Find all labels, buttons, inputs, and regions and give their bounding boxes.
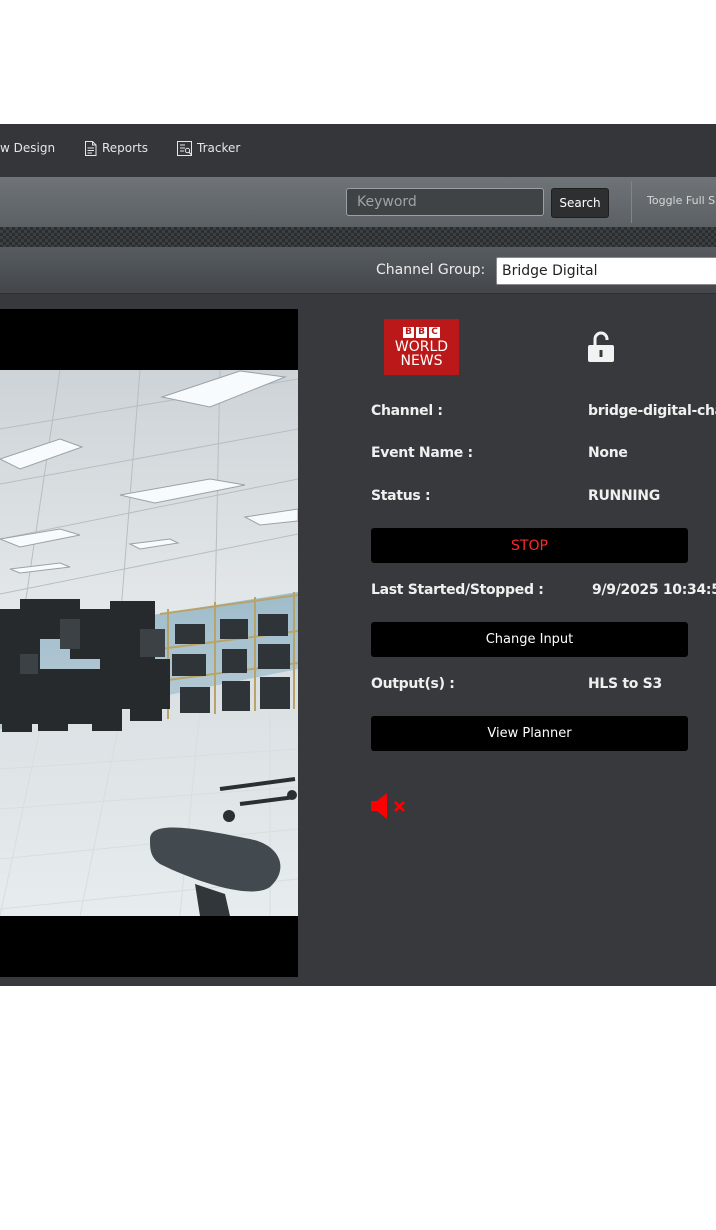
- search-button[interactable]: Search: [551, 188, 609, 218]
- divider: [631, 181, 632, 223]
- channel-group-select[interactable]: Bridge Digital: [496, 257, 716, 285]
- last-started-value: 9/9/2025 10:34:50 P: [592, 582, 716, 598]
- unlock-icon[interactable]: [586, 330, 616, 362]
- nav-item-label: Reports: [102, 141, 149, 155]
- change-input-button[interactable]: Change Input: [371, 622, 688, 657]
- channel-logo: B B C WORLD NEWS: [384, 319, 459, 375]
- last-started-label: Last Started/Stopped :: [371, 582, 544, 598]
- video-frame: [0, 309, 298, 977]
- event-name-value: None: [588, 445, 628, 461]
- tracker-icon: [177, 140, 192, 156]
- channel-group-label: Channel Group:: [376, 262, 486, 278]
- app-window: w Design Reports Tracker Keyword Search …: [0, 124, 716, 986]
- outputs-label: Output(s) :: [371, 676, 455, 692]
- channel-group-bar: Channel Group: Bridge Digital: [0, 247, 716, 294]
- toggle-fullscreen-link[interactable]: Toggle Full S: [647, 194, 715, 207]
- status-value: RUNNING: [588, 488, 660, 504]
- status-label: Status :: [371, 488, 431, 504]
- nav-item-label: Tracker: [197, 141, 241, 155]
- view-planner-button[interactable]: View Planner: [371, 716, 688, 751]
- nav-item-reports[interactable]: Reports: [84, 138, 148, 158]
- stop-button[interactable]: STOP: [371, 528, 688, 563]
- outputs-value: HLS to S3: [588, 676, 662, 692]
- video-preview[interactable]: [0, 309, 298, 977]
- mute-icon[interactable]: [371, 792, 407, 820]
- document-icon: [85, 140, 97, 156]
- search-bar: Search Toggle Full S: [0, 177, 716, 227]
- scene: [0, 369, 298, 917]
- keyword-input[interactable]: [346, 188, 544, 216]
- nav-item-tracker[interactable]: Tracker: [177, 138, 240, 158]
- nav-item-label: w Design: [0, 141, 56, 155]
- event-name-label: Event Name :: [371, 445, 473, 461]
- nav-item-view-design[interactable]: w Design: [0, 138, 55, 158]
- top-nav: w Design Reports Tracker: [0, 124, 716, 177]
- channel-label: Channel :: [371, 403, 443, 419]
- channel-value: bridge-digital-cha: [588, 403, 716, 419]
- decorative-strip: [0, 227, 716, 247]
- logo-boxes: B B C: [403, 326, 440, 338]
